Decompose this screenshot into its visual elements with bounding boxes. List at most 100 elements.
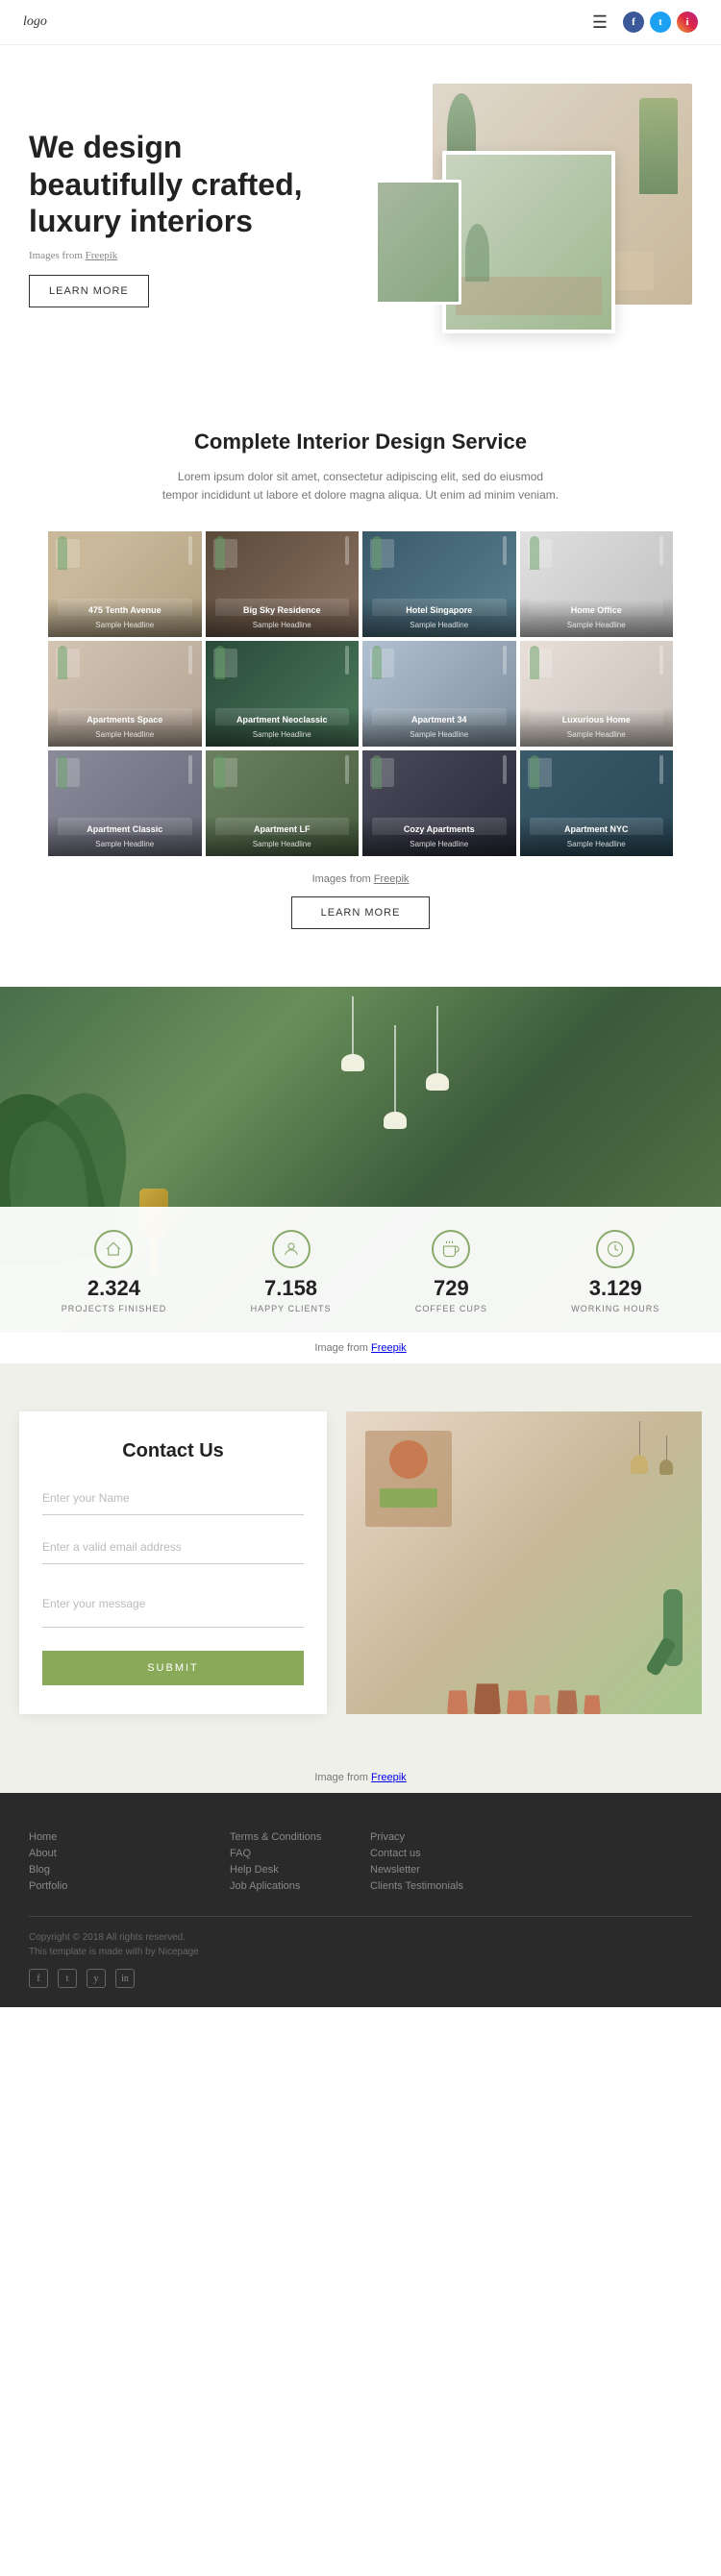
footer-col-2: Terms & Conditions FAQ Help Desk Job Apl… [230, 1831, 351, 1897]
freepik-link[interactable]: Freepik [86, 250, 118, 261]
stat-number: 7.158 [251, 1276, 332, 1301]
lamp-1 [341, 996, 364, 1129]
mini-plant [530, 755, 539, 789]
grid-item[interactable]: Home OfficeSample Headline [520, 531, 674, 637]
stat-item: 729COFFEE CUPS [415, 1230, 487, 1313]
grid-item-overlay: Luxurious Home Sample Headline [520, 707, 674, 747]
footer-link-portfolio[interactable]: Portfolio [29, 1880, 211, 1892]
grid-item-subtitle: Sample Headline [253, 730, 311, 739]
hero-headline: We design beautifully crafted, luxury in… [29, 129, 328, 239]
learn-more-button[interactable]: LEARN MORE [291, 896, 431, 929]
lamp-3 [426, 1006, 449, 1129]
instagram-icon[interactable]: i [677, 12, 698, 33]
grid-item[interactable]: Apartment 34Sample Headline [362, 641, 516, 747]
lamp-shade [341, 1054, 364, 1071]
wall-art [365, 1431, 452, 1527]
hanging-1 [631, 1421, 648, 1475]
footer-link-privacy[interactable]: Privacy [370, 1831, 552, 1843]
mini-lamp [188, 646, 192, 675]
mini-plant [372, 536, 382, 570]
mini-lamp [503, 536, 507, 565]
lamp-shade-3 [426, 1073, 449, 1091]
lamp-wire-2 [394, 1025, 396, 1112]
footer-facebook-icon[interactable]: f [29, 1969, 48, 1988]
pot-6 [584, 1695, 601, 1714]
grid-item-title: Luxurious Home [526, 715, 668, 724]
grid-item[interactable]: 475 Tenth AvenueSample Headline [48, 531, 202, 637]
grid-item[interactable]: Apartment ClassicSample Headline [48, 750, 202, 856]
hanging-items [631, 1421, 673, 1475]
footer-youtube-icon[interactable]: y [87, 1969, 106, 1988]
stat-item: 7.158HAPPY CLIENTS [251, 1230, 332, 1313]
grid-item-subtitle: Sample Headline [567, 730, 626, 739]
footer-col-4 [571, 1831, 692, 1897]
footer-link-contact[interactable]: Contact us [370, 1848, 552, 1859]
footer-link-newsletter[interactable]: Newsletter [370, 1864, 552, 1876]
contact-freepik-link[interactable]: Freepik [371, 1772, 407, 1783]
mini-plant [530, 536, 539, 570]
user-icon [272, 1230, 311, 1268]
hero-images [328, 84, 693, 353]
hero-cta-button[interactable]: LEARN MORE [29, 275, 149, 307]
contact-form-card: Contact Us SUBMIT [19, 1411, 327, 1714]
footer: Home About Blog Portfolio Terms & Condit… [0, 1793, 721, 2007]
submit-button[interactable]: SUBMIT [42, 1651, 304, 1685]
footer-twitter-icon[interactable]: t [58, 1969, 77, 1988]
stats-freepik-link[interactable]: Freepik [371, 1342, 407, 1354]
mini-plant [215, 536, 225, 570]
grid-item-overlay: Big Sky ResidenceSample Headline [206, 598, 360, 637]
grid-item-overlay: Apartment NeoclassicSample Headline [206, 707, 360, 747]
stat-item: 2.324PROJECTS FINISHED [62, 1230, 167, 1313]
mini-lamp [188, 536, 192, 565]
mini-lamp [188, 755, 192, 784]
email-input[interactable] [42, 1531, 304, 1564]
message-input[interactable] [42, 1580, 304, 1628]
footer-link-faq[interactable]: FAQ [230, 1848, 351, 1859]
mini-plant [58, 536, 67, 570]
mini-plant [58, 646, 67, 679]
facebook-icon[interactable]: f [623, 12, 644, 33]
footer-col-1: Home About Blog Portfolio [29, 1831, 211, 1897]
grid-item-subtitle: Sample Headline [567, 621, 626, 629]
mini-lamp [503, 646, 507, 675]
footer-link-testimonials[interactable]: Clients Testimonials [370, 1880, 552, 1892]
hamburger-icon[interactable]: ☰ [592, 12, 608, 33]
name-input[interactable] [42, 1482, 304, 1515]
footer-link-terms[interactable]: Terms & Conditions [230, 1831, 351, 1843]
grid-freepik-note: Images from Freepik [29, 873, 692, 885]
mini-lamp [345, 646, 349, 675]
grid-freepik-link[interactable]: Freepik [374, 873, 410, 885]
footer-link-about[interactable]: About [29, 1848, 211, 1859]
footer-link-blog[interactable]: Blog [29, 1864, 211, 1876]
hanging-2 [659, 1435, 673, 1475]
contact-image [346, 1411, 702, 1714]
mini-plant [215, 755, 225, 789]
footer-link-helpdesk[interactable]: Help Desk [230, 1864, 351, 1876]
stats-freepik-note: Image from Freepik [0, 1333, 721, 1363]
footer-link-jobs[interactable]: Job Aplications [230, 1880, 351, 1892]
footer-col-3: Privacy Contact us Newsletter Clients Te… [370, 1831, 552, 1897]
contact-title: Contact Us [42, 1440, 304, 1462]
grid-item[interactable]: Luxurious Home Sample Headline [520, 641, 674, 747]
grid-item[interactable]: Cozy ApartmentsSample Headline [362, 750, 516, 856]
grid-item-subtitle: Sample Headline [410, 840, 468, 848]
grid-item[interactable]: Apartment NYCSample Headline [520, 750, 674, 856]
header: logo ☰ f t i [0, 0, 721, 45]
grid-item[interactable]: Apartment LFSample Headline [206, 750, 360, 856]
grid-item[interactable]: Apartment NeoclassicSample Headline [206, 641, 360, 747]
mini-plant [215, 646, 225, 679]
grid-item-subtitle: Sample Headline [253, 621, 311, 629]
grid-item-overlay: Apartment LFSample Headline [206, 817, 360, 856]
grid-item-subtitle: Sample Headline [95, 730, 154, 739]
grid-item[interactable]: Apartments SpaceSample Headline [48, 641, 202, 747]
footer-linkedin-icon[interactable]: in [115, 1969, 135, 1988]
mini-lamp [659, 536, 663, 565]
twitter-icon[interactable]: t [650, 12, 671, 33]
stat-item: 3.129WORKING HOURS [571, 1230, 659, 1313]
grid-item[interactable]: Big Sky ResidenceSample Headline [206, 531, 360, 637]
footer-link-home[interactable]: Home [29, 1831, 211, 1843]
pot-3 [507, 1690, 528, 1714]
grid-item-overlay: Apartment NYCSample Headline [520, 817, 674, 856]
pot-5 [557, 1690, 578, 1714]
grid-item[interactable]: Hotel SingaporeSample Headline [362, 531, 516, 637]
